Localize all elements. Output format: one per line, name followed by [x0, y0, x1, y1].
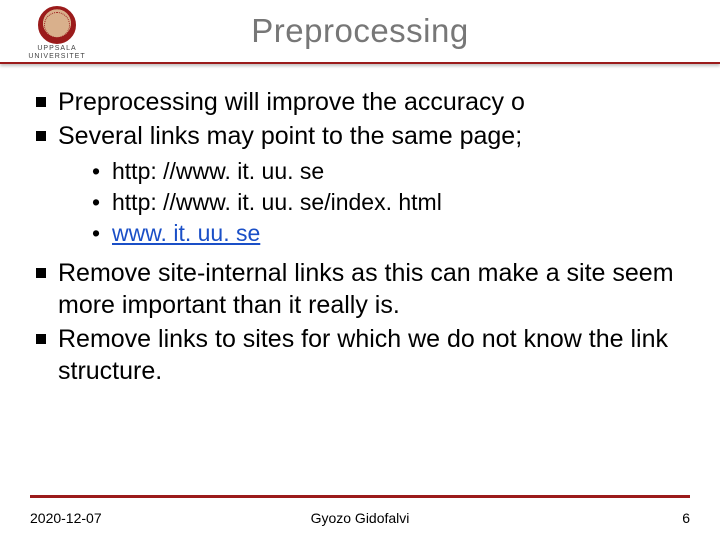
- logo-line1: UPPSALA: [37, 45, 76, 52]
- slide-title: Preprocessing: [0, 12, 720, 50]
- header: UPPSALA UNIVERSITET Preprocessing: [0, 0, 720, 64]
- university-logo: UPPSALA UNIVERSITET: [12, 6, 102, 60]
- logo-line2: UNIVERSITET: [28, 53, 85, 60]
- bullet-2-text: Several links may point to the same page…: [58, 122, 522, 150]
- footer-rule: [30, 495, 690, 498]
- sub-list: http: //www. it. uu. se http: //www. it.…: [58, 156, 690, 249]
- sub-3-link[interactable]: www. it. uu. se: [112, 220, 260, 246]
- footer-author: Gyozo Gidofalvi: [30, 510, 690, 526]
- seal-icon: [38, 6, 76, 44]
- bullet-1: Preprocessing will improve the accuracy …: [30, 86, 690, 118]
- sub-3: www. it. uu. se: [92, 218, 690, 249]
- slide: UPPSALA UNIVERSITET Preprocessing Prepro…: [0, 0, 720, 540]
- sub-2: http: //www. it. uu. se/index. html: [92, 187, 690, 218]
- bullet-2: Several links may point to the same page…: [30, 120, 690, 249]
- logo-text: UPPSALA UNIVERSITET: [28, 45, 85, 60]
- sub-1: http: //www. it. uu. se: [92, 156, 690, 187]
- bullet-list: Preprocessing will improve the accuracy …: [30, 86, 690, 387]
- bullet-4: Remove links to sites for which we do no…: [30, 323, 690, 387]
- bullet-3: Remove site-internal links as this can m…: [30, 257, 690, 321]
- footer: 2020-12-07 Gyozo Gidofalvi 6: [30, 510, 690, 526]
- slide-body: Preprocessing will improve the accuracy …: [0, 64, 720, 387]
